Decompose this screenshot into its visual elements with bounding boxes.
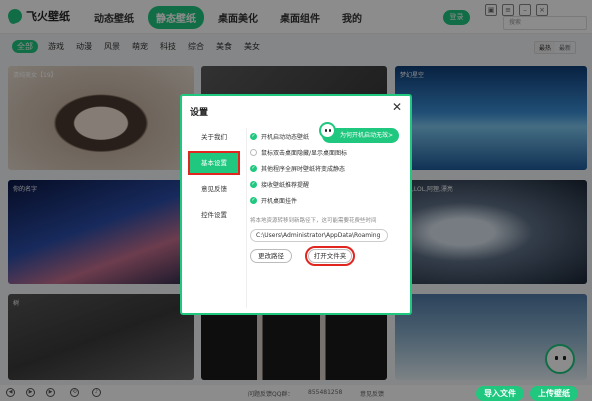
checkbox-checked-icon[interactable]: ✓ <box>250 132 257 140</box>
option-fullscreen-static[interactable]: ✓ 其他程序全屏时壁纸将变成静态 <box>250 162 347 174</box>
option-recommend-notify[interactable]: ✓ 接收壁纸推荐提醒 <box>250 178 347 190</box>
upload-wallpaper-button[interactable]: 上传壁纸 <box>530 386 578 401</box>
autostart-help-link[interactable]: 为何开机启动无效> <box>319 122 400 143</box>
checkbox-checked-icon[interactable]: ✓ <box>250 164 257 172</box>
dialog-close-icon[interactable]: ✕ <box>392 100 402 114</box>
checkbox-checked-icon[interactable]: ✓ <box>250 196 257 204</box>
sidebar-item-about[interactable]: 关于我们 <box>188 130 240 144</box>
checkbox-checked-icon[interactable]: ✓ <box>250 180 257 188</box>
checkbox-unchecked-icon[interactable] <box>250 148 257 156</box>
open-folder-button[interactable]: 打开文件夹 <box>305 246 355 266</box>
mascot-face-icon <box>319 122 336 139</box>
option-label: 鼠标双击桌面隐藏/显示桌面图标 <box>261 149 348 157</box>
option-label: 接收壁纸推荐提醒 <box>261 181 310 189</box>
option-desktop-widget[interactable]: ✓ 开机桌面挂件 <box>250 194 347 206</box>
change-path-button[interactable]: 更改路径 <box>250 249 292 263</box>
divider <box>246 128 247 308</box>
option-label: 其他程序全屏时壁纸将变成静态 <box>261 165 346 173</box>
sidebar-item-widget-settings[interactable]: 控件设置 <box>188 208 240 222</box>
option-label: 开机启动动态壁纸 <box>261 133 310 141</box>
promo-label: 为何开机启动无效> <box>340 132 394 139</box>
import-file-button[interactable]: 导入文件 <box>476 386 524 401</box>
dialog-title: 设置 <box>190 108 209 118</box>
settings-sidebar: 关于我们 基本设置 意见反馈 控件设置 <box>188 130 240 234</box>
storage-path-field[interactable]: C:\Users\Administrator\AppData\Roaming <box>250 229 388 242</box>
sidebar-item-basic-settings[interactable]: 基本设置 <box>188 151 240 175</box>
option-label: 开机桌面挂件 <box>261 197 298 205</box>
path-tip: 将本地资源转移到新路径下，这可能需要花费些时间 <box>250 218 377 224</box>
option-double-click-hide-icons[interactable]: 鼠标双击桌面隐藏/显示桌面图标 <box>250 146 347 158</box>
sidebar-item-feedback[interactable]: 意见反馈 <box>188 182 240 196</box>
settings-dialog: 设置 ✕ 关于我们 基本设置 意见反馈 控件设置 ✓ 开机启动动态壁纸 鼠标双击… <box>180 94 412 315</box>
